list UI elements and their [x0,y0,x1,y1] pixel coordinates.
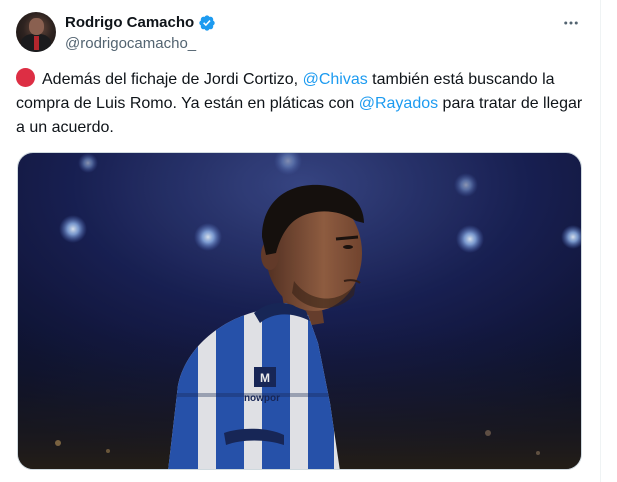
avatar-head [29,18,44,35]
tweet-text: Además del fichaje de Jordi Cortizo, @Ch… [16,68,586,140]
tweet-media-photo[interactable]: M nowpor [17,152,582,470]
author-handle[interactable]: @rodrigocamacho_ [65,34,216,54]
red-circle-icon [16,68,35,87]
avatar[interactable] [16,12,56,52]
display-name-row: Rodrigo Camacho [65,13,216,33]
mention-link-rayados[interactable]: @Rayados [359,95,438,112]
tweet-header: Rodrigo Camacho @rodrigocamacho_ [16,12,584,56]
tweet-text-part-1: Además del fichaje de Jordi Cortizo, [42,71,303,88]
mention-link-chivas[interactable]: @Chivas [303,71,368,88]
avatar-tie [34,36,39,50]
display-name[interactable]: Rodrigo Camacho [65,13,194,33]
player-photo: M nowpor [18,153,581,469]
verified-badge-icon [198,14,216,32]
tweet-card[interactable]: Rodrigo Camacho @rodrigocamacho_ Además … [0,0,601,482]
more-options-icon[interactable] [558,12,584,34]
author-info: Rodrigo Camacho @rodrigocamacho_ [65,13,216,54]
